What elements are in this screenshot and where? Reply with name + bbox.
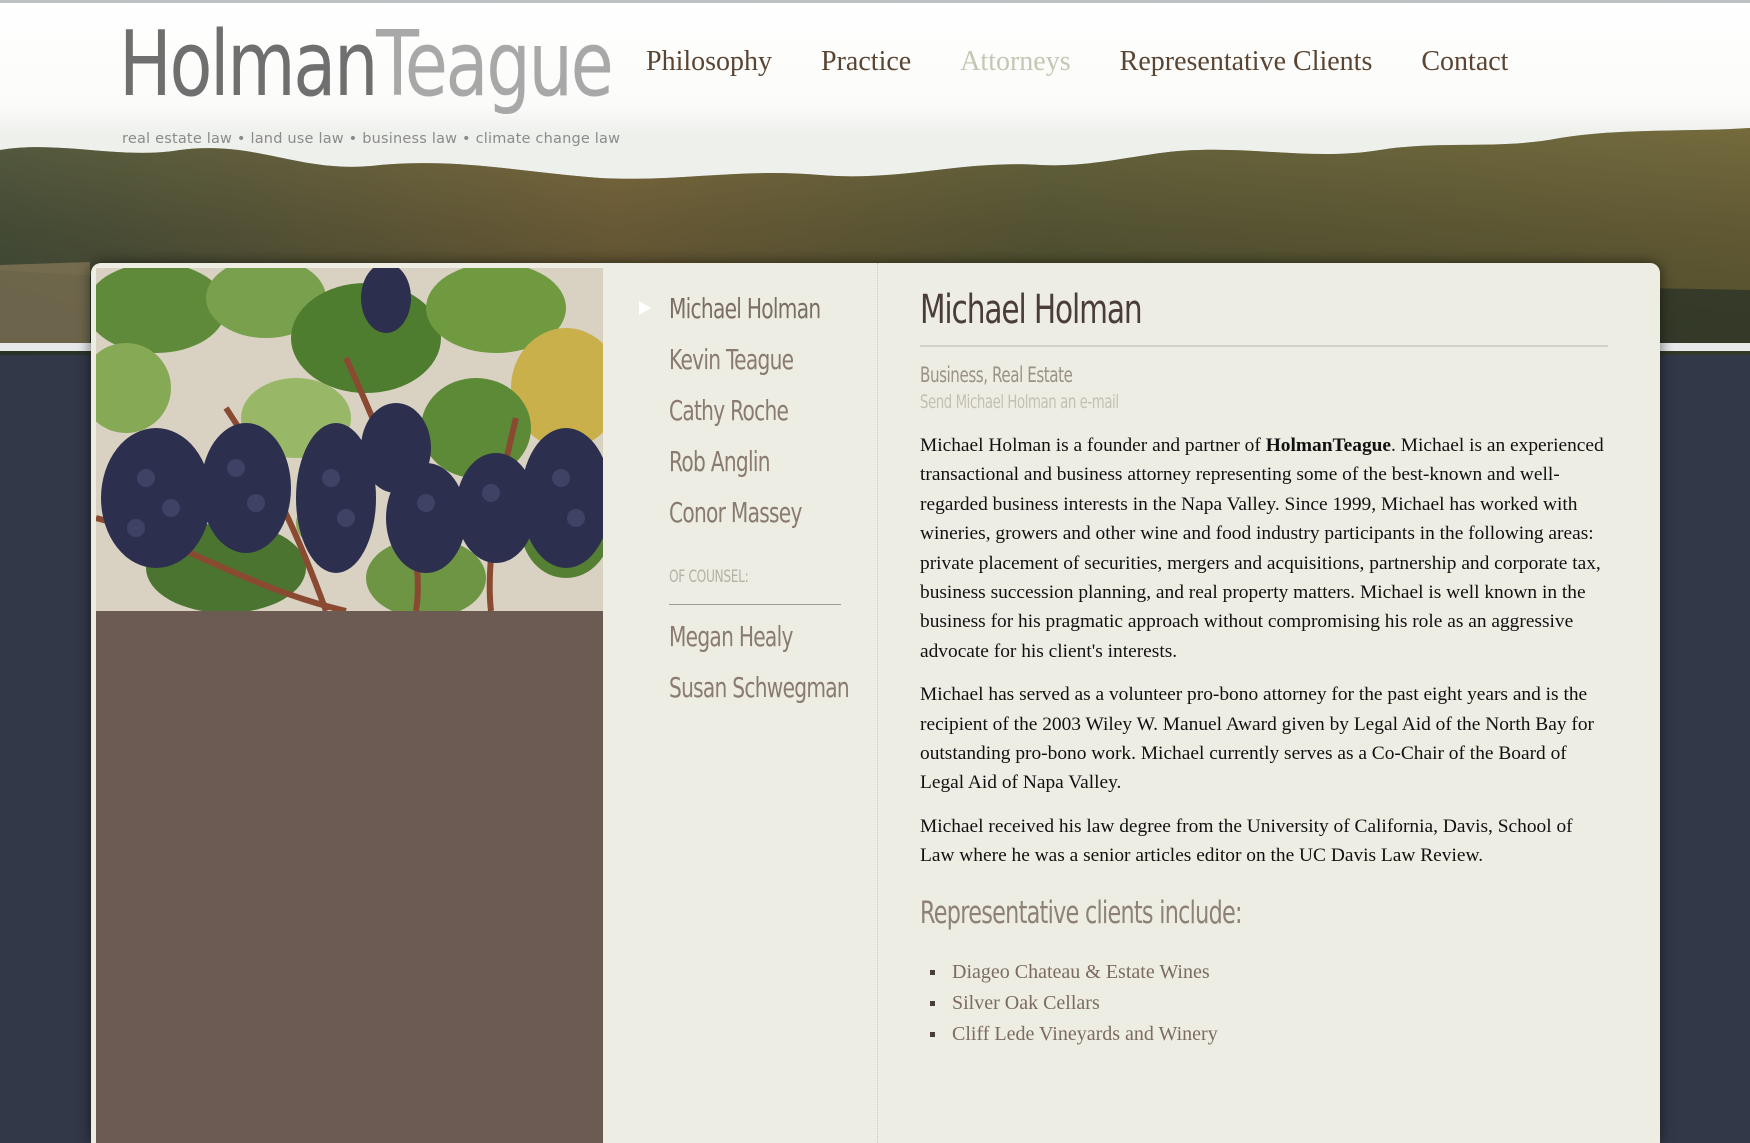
bio-paragraph-2: Michael has served as a volunteer pro-bo… bbox=[920, 684, 1594, 794]
client-name: Diageo Chateau & Estate Wines bbox=[952, 960, 1210, 983]
attorney-link-cathy-roche[interactable]: Cathy Roche bbox=[669, 385, 813, 436]
top-border bbox=[0, 0, 1750, 3]
bullet-icon bbox=[930, 1000, 935, 1006]
nav-contact[interactable]: Contact bbox=[1421, 46, 1508, 78]
clients-heading: Representative clients include: bbox=[920, 894, 1243, 931]
bio-paragraph-1: Michael Holman is a founder and partner … bbox=[920, 431, 1610, 666]
client-name: Silver Oak Cellars bbox=[952, 991, 1100, 1014]
practice-areas: Business, Real Estate bbox=[920, 363, 1073, 387]
sidebar-brown-block bbox=[96, 611, 603, 1143]
nav-practice[interactable]: Practice bbox=[821, 46, 911, 78]
attorney-profile: Michael Holman Business, Real Estate Sen… bbox=[920, 285, 1610, 1050]
attorney-link-rob-anglin[interactable]: Rob Anglin bbox=[669, 436, 813, 487]
list-item: Diageo Chateau & Estate Wines bbox=[920, 957, 1610, 988]
site-tagline: real estate law • land use law • busines… bbox=[122, 131, 621, 147]
bio-p1-pre: Michael Holman is a founder and partner … bbox=[920, 435, 1266, 456]
of-counsel-label: OF COUNSEL: bbox=[669, 567, 749, 587]
nav-philosophy[interactable]: Philosophy bbox=[646, 46, 772, 78]
bio-paragraph-3: Michael received his law degree from the… bbox=[920, 815, 1573, 867]
logo-holman: Holman bbox=[119, 12, 378, 117]
attorney-bio: Michael Holman is a founder and partner … bbox=[920, 431, 1610, 871]
attorney-list: Michael Holman Kevin Teague Cathy Roche … bbox=[639, 283, 869, 713]
attorney-link-kevin-teague[interactable]: Kevin Teague bbox=[669, 334, 813, 385]
attorney-link-susan-schwegman[interactable]: Susan Schwegman bbox=[669, 662, 850, 713]
list-item: Silver Oak Cellars bbox=[920, 988, 1610, 1019]
grape-vine-photo bbox=[96, 268, 603, 611]
client-name: Cliff Lede Vineyards and Winery bbox=[952, 1022, 1218, 1045]
bio-firm-name: HolmanTeague bbox=[1265, 435, 1392, 456]
attorney-link-conor-massey[interactable]: Conor Massey bbox=[669, 487, 813, 538]
attorney-link-megan-healy[interactable]: Megan Healy bbox=[669, 611, 813, 662]
main-nav: Philosophy Practice Attorneys Representa… bbox=[646, 46, 1557, 78]
nav-representative-clients[interactable]: Representative Clients bbox=[1120, 46, 1373, 78]
bio-p1-post: . Michael is an experienced transactiona… bbox=[920, 435, 1604, 662]
nav-attorneys[interactable]: Attorneys bbox=[960, 46, 1070, 78]
current-arrow-icon bbox=[639, 301, 651, 315]
attorney-link-michael-holman[interactable]: Michael Holman bbox=[669, 283, 821, 334]
of-counsel-divider bbox=[669, 604, 841, 605]
content-panel: Michael Holman Kevin Teague Cathy Roche … bbox=[91, 263, 1660, 1143]
clients-list: Diageo Chateau & Estate Wines Silver Oak… bbox=[920, 957, 1610, 1050]
site-logo[interactable]: HolmanTeague bbox=[119, 10, 614, 120]
column-divider bbox=[877, 263, 878, 1143]
bullet-icon bbox=[930, 969, 935, 975]
list-item: Cliff Lede Vineyards and Winery bbox=[920, 1019, 1610, 1050]
heading-rule bbox=[920, 345, 1608, 347]
logo-teague: Teague bbox=[376, 12, 614, 117]
bullet-icon bbox=[930, 1031, 935, 1037]
attorney-name-heading: Michael Holman bbox=[920, 287, 1143, 333]
email-link[interactable]: Send Michael Holman an e-mail bbox=[920, 389, 1403, 415]
